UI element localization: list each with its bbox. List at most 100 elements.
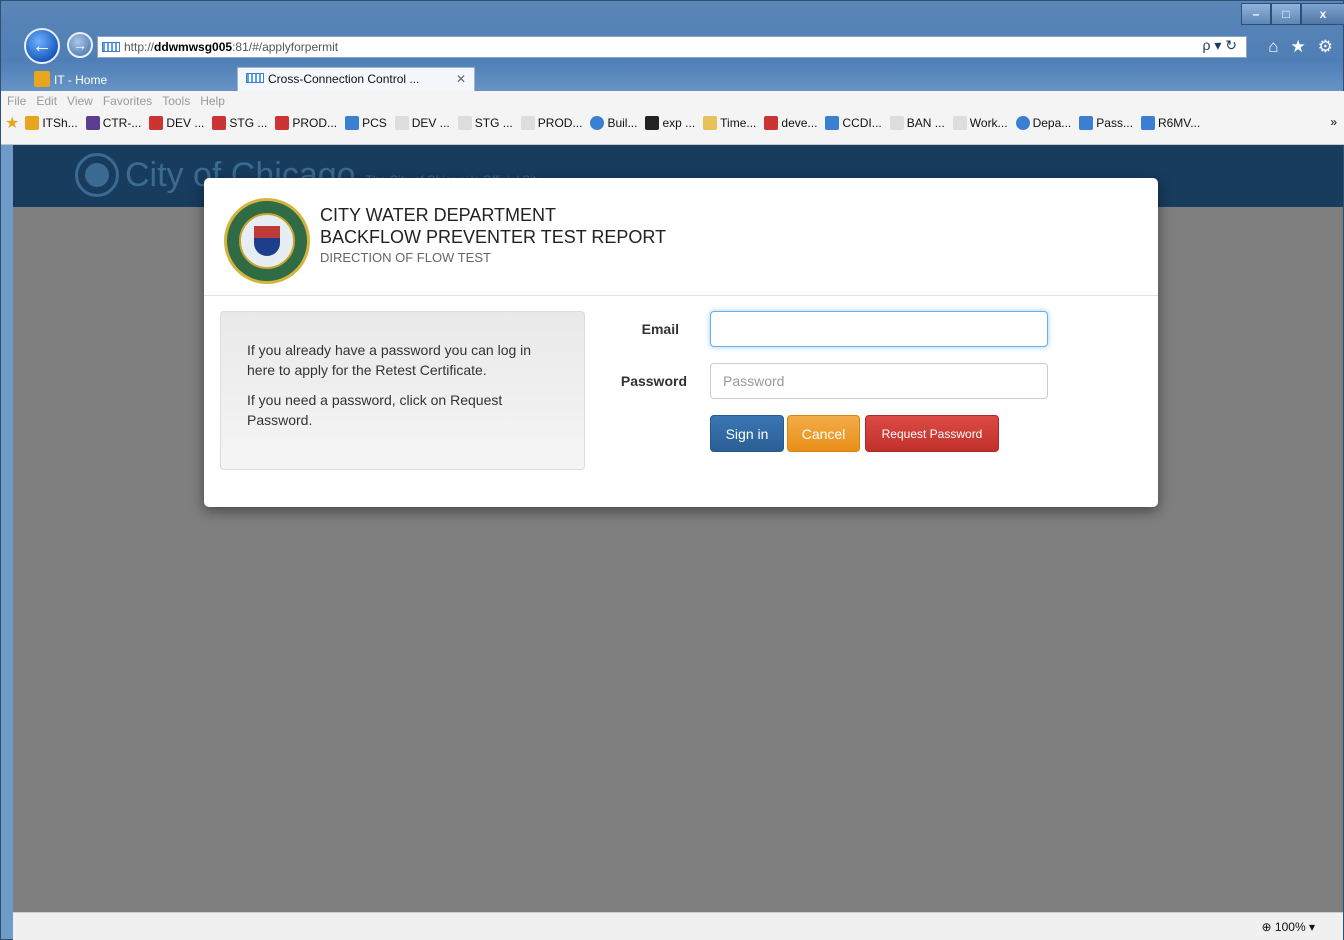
favorite-label: CTR-... xyxy=(102,116,142,130)
favorite-icon xyxy=(394,116,409,130)
favorite-label: ITSh... xyxy=(42,116,78,130)
window-controls: – □ x xyxy=(1241,3,1344,25)
favorite-item[interactable]: PROD... xyxy=(520,116,583,130)
favorite-icon xyxy=(1140,116,1155,130)
favorite-item[interactable]: STG ... xyxy=(212,116,267,130)
add-favorite-star-icon[interactable]: ★ xyxy=(5,113,19,133)
favorite-icon xyxy=(275,116,290,130)
menu-file[interactable]: File xyxy=(7,94,26,108)
request-password-button[interactable]: Request Password xyxy=(865,415,999,452)
toolbar-icons: ⌂ ★ ⚙ xyxy=(1268,37,1333,57)
favorite-item[interactable]: CTR-... xyxy=(85,116,142,130)
favorite-label: DEV ... xyxy=(411,116,450,130)
password-field[interactable] xyxy=(710,363,1048,399)
favorite-item[interactable]: deve... xyxy=(764,116,817,130)
close-window-button[interactable]: x xyxy=(1301,3,1344,25)
favorite-item[interactable]: R6MV... xyxy=(1140,116,1201,130)
favorite-label: PROD... xyxy=(537,116,583,130)
favorite-item[interactable]: PROD... xyxy=(275,116,337,130)
favorite-label: Buil... xyxy=(607,116,638,130)
menu-view[interactable]: View xyxy=(67,94,93,108)
favorite-icon xyxy=(345,116,360,130)
close-tab-icon[interactable]: ✕ xyxy=(456,72,466,86)
zoom-level: 100% xyxy=(1274,920,1306,934)
menu-help[interactable]: Help xyxy=(200,94,225,108)
favorite-item[interactable]: Pass... xyxy=(1079,116,1133,130)
tab-cross-connection[interactable]: Cross-Connection Control ... ✕ xyxy=(237,67,475,91)
favorite-label: R6MV... xyxy=(1157,116,1201,130)
search-refresh-controls[interactable]: ρ ▾ ↻ xyxy=(1202,37,1237,54)
email-label: Email xyxy=(641,321,679,337)
favorite-icon xyxy=(457,116,472,130)
favorite-icon xyxy=(85,116,100,130)
favorite-label: Work... xyxy=(969,116,1008,130)
sign-in-button[interactable]: Sign in xyxy=(710,415,784,452)
modal-subtitle: DIRECTION OF FLOW TEST xyxy=(320,250,491,265)
city-seal-icon xyxy=(75,153,119,197)
favorite-icon xyxy=(149,116,164,130)
login-modal: CITY WATER DEPARTMENT BACKFLOW PREVENTER… xyxy=(204,178,1158,507)
favorites-overflow-icon[interactable]: » xyxy=(1330,115,1337,129)
favorite-icon xyxy=(703,116,718,130)
favorite-icon xyxy=(1015,116,1030,130)
info-panel: If you already have a password you can l… xyxy=(220,311,585,470)
address-bar[interactable]: http:// ddwmwsg005 :81/#/applyforpermit xyxy=(97,36,1247,58)
favorite-item[interactable]: Depa... xyxy=(1015,116,1071,130)
favorite-label: STG ... xyxy=(474,116,513,130)
favorite-label: exp ... xyxy=(662,116,696,130)
email-field[interactable] xyxy=(710,311,1048,347)
favorite-item[interactable]: ITSh... xyxy=(25,116,78,130)
menu-and-favorites: File Edit View Favorites Tools Help ★ IT… xyxy=(1,91,1344,145)
menu-edit[interactable]: Edit xyxy=(36,94,57,108)
favorite-label: DEV ... xyxy=(166,116,205,130)
maximize-button[interactable]: □ xyxy=(1271,3,1301,25)
favorite-item[interactable]: BAN ... xyxy=(889,116,945,130)
favorite-item[interactable]: PCS xyxy=(345,116,387,130)
favorite-icon xyxy=(889,116,904,130)
home-icon[interactable]: ⌂ xyxy=(1268,37,1278,57)
forward-arrow-icon[interactable]: → xyxy=(67,32,93,58)
chicago-seal-icon xyxy=(224,198,310,284)
menu-favorites[interactable]: Favorites xyxy=(103,94,152,108)
favorite-label: Pass... xyxy=(1096,116,1133,130)
menu-tools[interactable]: Tools xyxy=(162,94,190,108)
info-paragraph-1: If you already have a password you can l… xyxy=(247,342,532,378)
tab-it-home[interactable]: IT - Home xyxy=(26,67,236,91)
modal-header: CITY WATER DEPARTMENT BACKFLOW PREVENTER… xyxy=(204,178,1158,296)
url-host: ddwmwsg005 xyxy=(154,40,233,54)
site-favicon-icon xyxy=(246,73,264,83)
url-prefix: http:// xyxy=(124,40,155,54)
favorite-icon xyxy=(212,116,227,130)
minimize-button[interactable]: – xyxy=(1241,3,1271,25)
chevron-down-icon: ▾ xyxy=(1308,920,1315,934)
favorites-bar: ★ ITSh... CTR-... DEV ... STG ... PROD..… xyxy=(1,111,1344,135)
favorite-icon xyxy=(520,116,535,130)
favorite-item[interactable]: Work... xyxy=(952,116,1008,130)
favorite-icon xyxy=(764,116,779,130)
settings-gear-icon[interactable]: ⚙ xyxy=(1318,37,1333,57)
password-label: Password xyxy=(620,373,687,389)
tab-label: Cross-Connection Control ... xyxy=(268,72,420,86)
favorite-item[interactable]: Buil... xyxy=(590,116,637,130)
favorite-label: BAN ... xyxy=(906,116,945,130)
favorites-star-icon[interactable]: ★ xyxy=(1291,37,1306,57)
favorite-label: PROD... xyxy=(292,116,338,130)
site-favicon-icon xyxy=(102,42,120,52)
favorite-item[interactable]: DEV ... xyxy=(394,116,450,130)
favorite-icon xyxy=(1079,116,1094,130)
favorite-item[interactable]: STG ... xyxy=(457,116,513,130)
favorite-item[interactable]: exp ... xyxy=(645,116,695,130)
back-arrow-icon[interactable]: ← xyxy=(24,28,60,64)
favorite-icon xyxy=(952,116,967,130)
favorite-icon xyxy=(25,116,40,130)
zoom-control[interactable]: ⊕ 100% ▾ xyxy=(1262,920,1315,934)
zoom-icon: ⊕ xyxy=(1261,920,1272,934)
favorite-icon xyxy=(645,116,660,130)
tab-strip: IT - Home Cross-Connection Control ... ✕ xyxy=(1,67,1344,91)
status-bar: ⊕ 100% ▾ xyxy=(13,912,1343,940)
favorite-item[interactable]: DEV ... xyxy=(149,116,204,130)
favorite-item[interactable]: CCDI... xyxy=(825,116,882,130)
tab-label: IT - Home xyxy=(54,73,108,87)
favorite-item[interactable]: Time... xyxy=(703,116,756,130)
cancel-button[interactable]: Cancel xyxy=(787,415,860,452)
